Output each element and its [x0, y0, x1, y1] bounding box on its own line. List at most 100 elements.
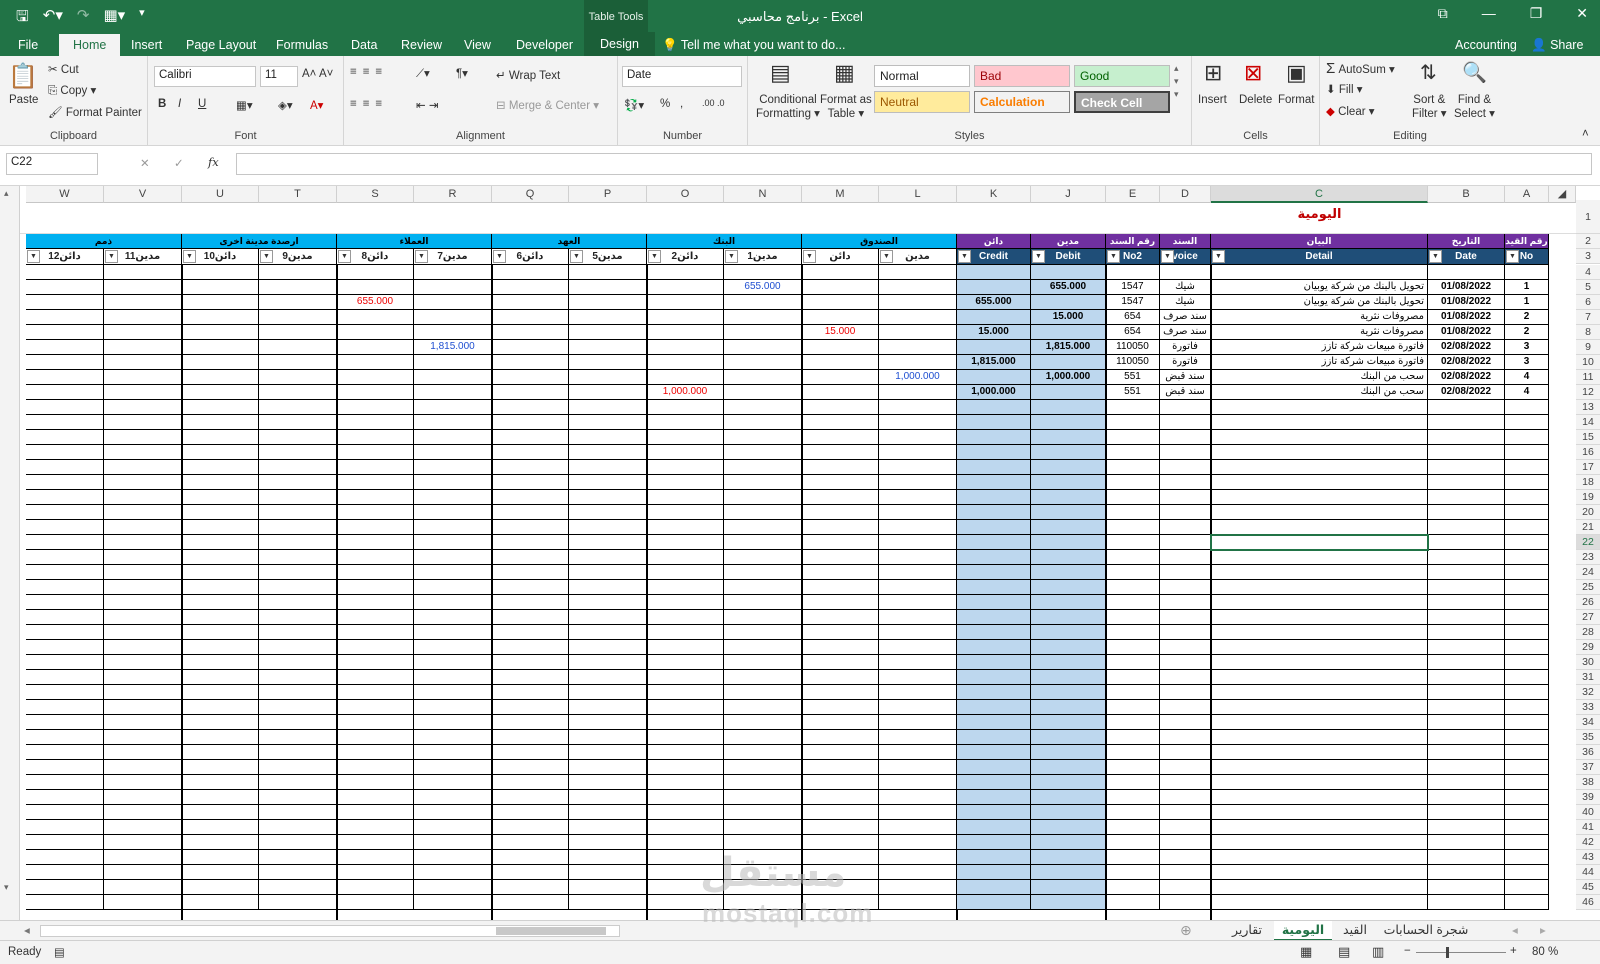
- row-header-3[interactable]: 3: [1576, 249, 1600, 264]
- zoom-in-icon[interactable]: +: [1510, 945, 1517, 957]
- style-good[interactable]: Good: [1074, 65, 1170, 87]
- fill-color-icon[interactable]: ◈▾: [278, 98, 293, 112]
- cell-r34[interactable]: [414, 715, 492, 730]
- cell-c33[interactable]: [1211, 700, 1428, 715]
- cell-d25[interactable]: [1160, 580, 1211, 595]
- row-header-9[interactable]: 9: [1576, 340, 1600, 355]
- cell-r29[interactable]: [414, 640, 492, 655]
- cell-p37[interactable]: [569, 760, 647, 775]
- cell-v22[interactable]: [104, 535, 182, 550]
- cell-l32[interactable]: [879, 685, 957, 700]
- cell-u24[interactable]: [182, 565, 259, 580]
- cell-p30[interactable]: [569, 655, 647, 670]
- cell-o27[interactable]: [647, 610, 724, 625]
- page-break-view-icon[interactable]: ▥: [1372, 944, 1384, 960]
- cell-t23[interactable]: [259, 550, 337, 565]
- cell-e28[interactable]: [1106, 625, 1160, 640]
- cell-q40[interactable]: [492, 805, 569, 820]
- cell-w46[interactable]: [26, 895, 104, 910]
- filter-dropdown-icon[interactable]: ▼: [1032, 250, 1045, 263]
- cell-b40[interactable]: [1428, 805, 1505, 820]
- restore-icon[interactable]: ❐: [1530, 5, 1543, 22]
- format-cells-icon[interactable]: ▣: [1286, 60, 1307, 86]
- cell-m5[interactable]: [802, 280, 879, 295]
- cell-v34[interactable]: [104, 715, 182, 730]
- cell-k39[interactable]: [957, 790, 1031, 805]
- tab-insert[interactable]: Insert: [131, 36, 162, 56]
- cell-l45[interactable]: [879, 880, 957, 895]
- cell-o21[interactable]: [647, 520, 724, 535]
- cell-p15[interactable]: [569, 430, 647, 445]
- font-size-box[interactable]: 11: [260, 66, 298, 87]
- cell-d44[interactable]: [1160, 865, 1211, 880]
- cell-n42[interactable]: [724, 835, 802, 850]
- cell-w17[interactable]: [26, 460, 104, 475]
- cell-s13[interactable]: [337, 400, 414, 415]
- row-header-38[interactable]: 38: [1576, 775, 1600, 790]
- row-header-45[interactable]: 45: [1576, 880, 1600, 895]
- cell-r41[interactable]: [414, 820, 492, 835]
- close-icon[interactable]: ✕: [1576, 5, 1588, 22]
- cell-m35[interactable]: [802, 730, 879, 745]
- cell-k32[interactable]: [957, 685, 1031, 700]
- cell-o26[interactable]: [647, 595, 724, 610]
- cell-r20[interactable]: [414, 505, 492, 520]
- cell-b8[interactable]: 01/08/2022: [1428, 325, 1505, 340]
- cell-p23[interactable]: [569, 550, 647, 565]
- cell-e8[interactable]: 654: [1106, 325, 1160, 340]
- comma-button[interactable]: ,: [680, 98, 683, 110]
- cell-p5[interactable]: [569, 280, 647, 295]
- cell-p43[interactable]: [569, 850, 647, 865]
- cell-e26[interactable]: [1106, 595, 1160, 610]
- cell-o22[interactable]: [647, 535, 724, 550]
- format-as-table-button[interactable]: Format as Table ▾: [820, 94, 872, 120]
- style-check-cell[interactable]: Check Cell: [1074, 91, 1170, 113]
- cell-u32[interactable]: [182, 685, 259, 700]
- cell-e12[interactable]: 551: [1106, 385, 1160, 400]
- cell-j41[interactable]: [1031, 820, 1106, 835]
- cell-m17[interactable]: [802, 460, 879, 475]
- cell-p12[interactable]: [569, 385, 647, 400]
- cell-q6[interactable]: [492, 295, 569, 310]
- row-header-11[interactable]: 11: [1576, 370, 1600, 385]
- scrollbar-thumb[interactable]: [496, 927, 606, 935]
- cell-w30[interactable]: [26, 655, 104, 670]
- cell-v23[interactable]: [104, 550, 182, 565]
- row-header-15[interactable]: 15: [1576, 430, 1600, 445]
- cell-m18[interactable]: [802, 475, 879, 490]
- sub-header-u[interactable]: ▼ دائن10: [182, 249, 259, 265]
- cell-u14[interactable]: [182, 415, 259, 430]
- header-a-en[interactable]: ▼ No: [1505, 249, 1549, 265]
- cell-l40[interactable]: [879, 805, 957, 820]
- cell-k19[interactable]: [957, 490, 1031, 505]
- row-header-25[interactable]: 25: [1576, 580, 1600, 595]
- row-header-14[interactable]: 14: [1576, 415, 1600, 430]
- cell-v11[interactable]: [104, 370, 182, 385]
- cell-m24[interactable]: [802, 565, 879, 580]
- clear-button[interactable]: ◆ Clear ▾: [1326, 104, 1375, 118]
- cell-d26[interactable]: [1160, 595, 1211, 610]
- cell-p29[interactable]: [569, 640, 647, 655]
- cell-e16[interactable]: [1106, 445, 1160, 460]
- sub-header-p[interactable]: ▼ مدين5: [569, 249, 647, 265]
- cell-r33[interactable]: [414, 700, 492, 715]
- cell-n37[interactable]: [724, 760, 802, 775]
- cell-j38[interactable]: [1031, 775, 1106, 790]
- cell-n41[interactable]: [724, 820, 802, 835]
- cell-j18[interactable]: [1031, 475, 1106, 490]
- cell-n27[interactable]: [724, 610, 802, 625]
- cell-s43[interactable]: [337, 850, 414, 865]
- cell-m29[interactable]: [802, 640, 879, 655]
- cell-a31[interactable]: [1505, 670, 1549, 685]
- cell-w44[interactable]: [26, 865, 104, 880]
- cell-q7[interactable]: [492, 310, 569, 325]
- cell-k15[interactable]: [957, 430, 1031, 445]
- cell-t19[interactable]: [259, 490, 337, 505]
- cell-d42[interactable]: [1160, 835, 1211, 850]
- cell-j45[interactable]: [1031, 880, 1106, 895]
- cell-l35[interactable]: [879, 730, 957, 745]
- cell-t34[interactable]: [259, 715, 337, 730]
- row-header-22[interactable]: 22: [1576, 535, 1600, 550]
- cell-v42[interactable]: [104, 835, 182, 850]
- cell-l19[interactable]: [879, 490, 957, 505]
